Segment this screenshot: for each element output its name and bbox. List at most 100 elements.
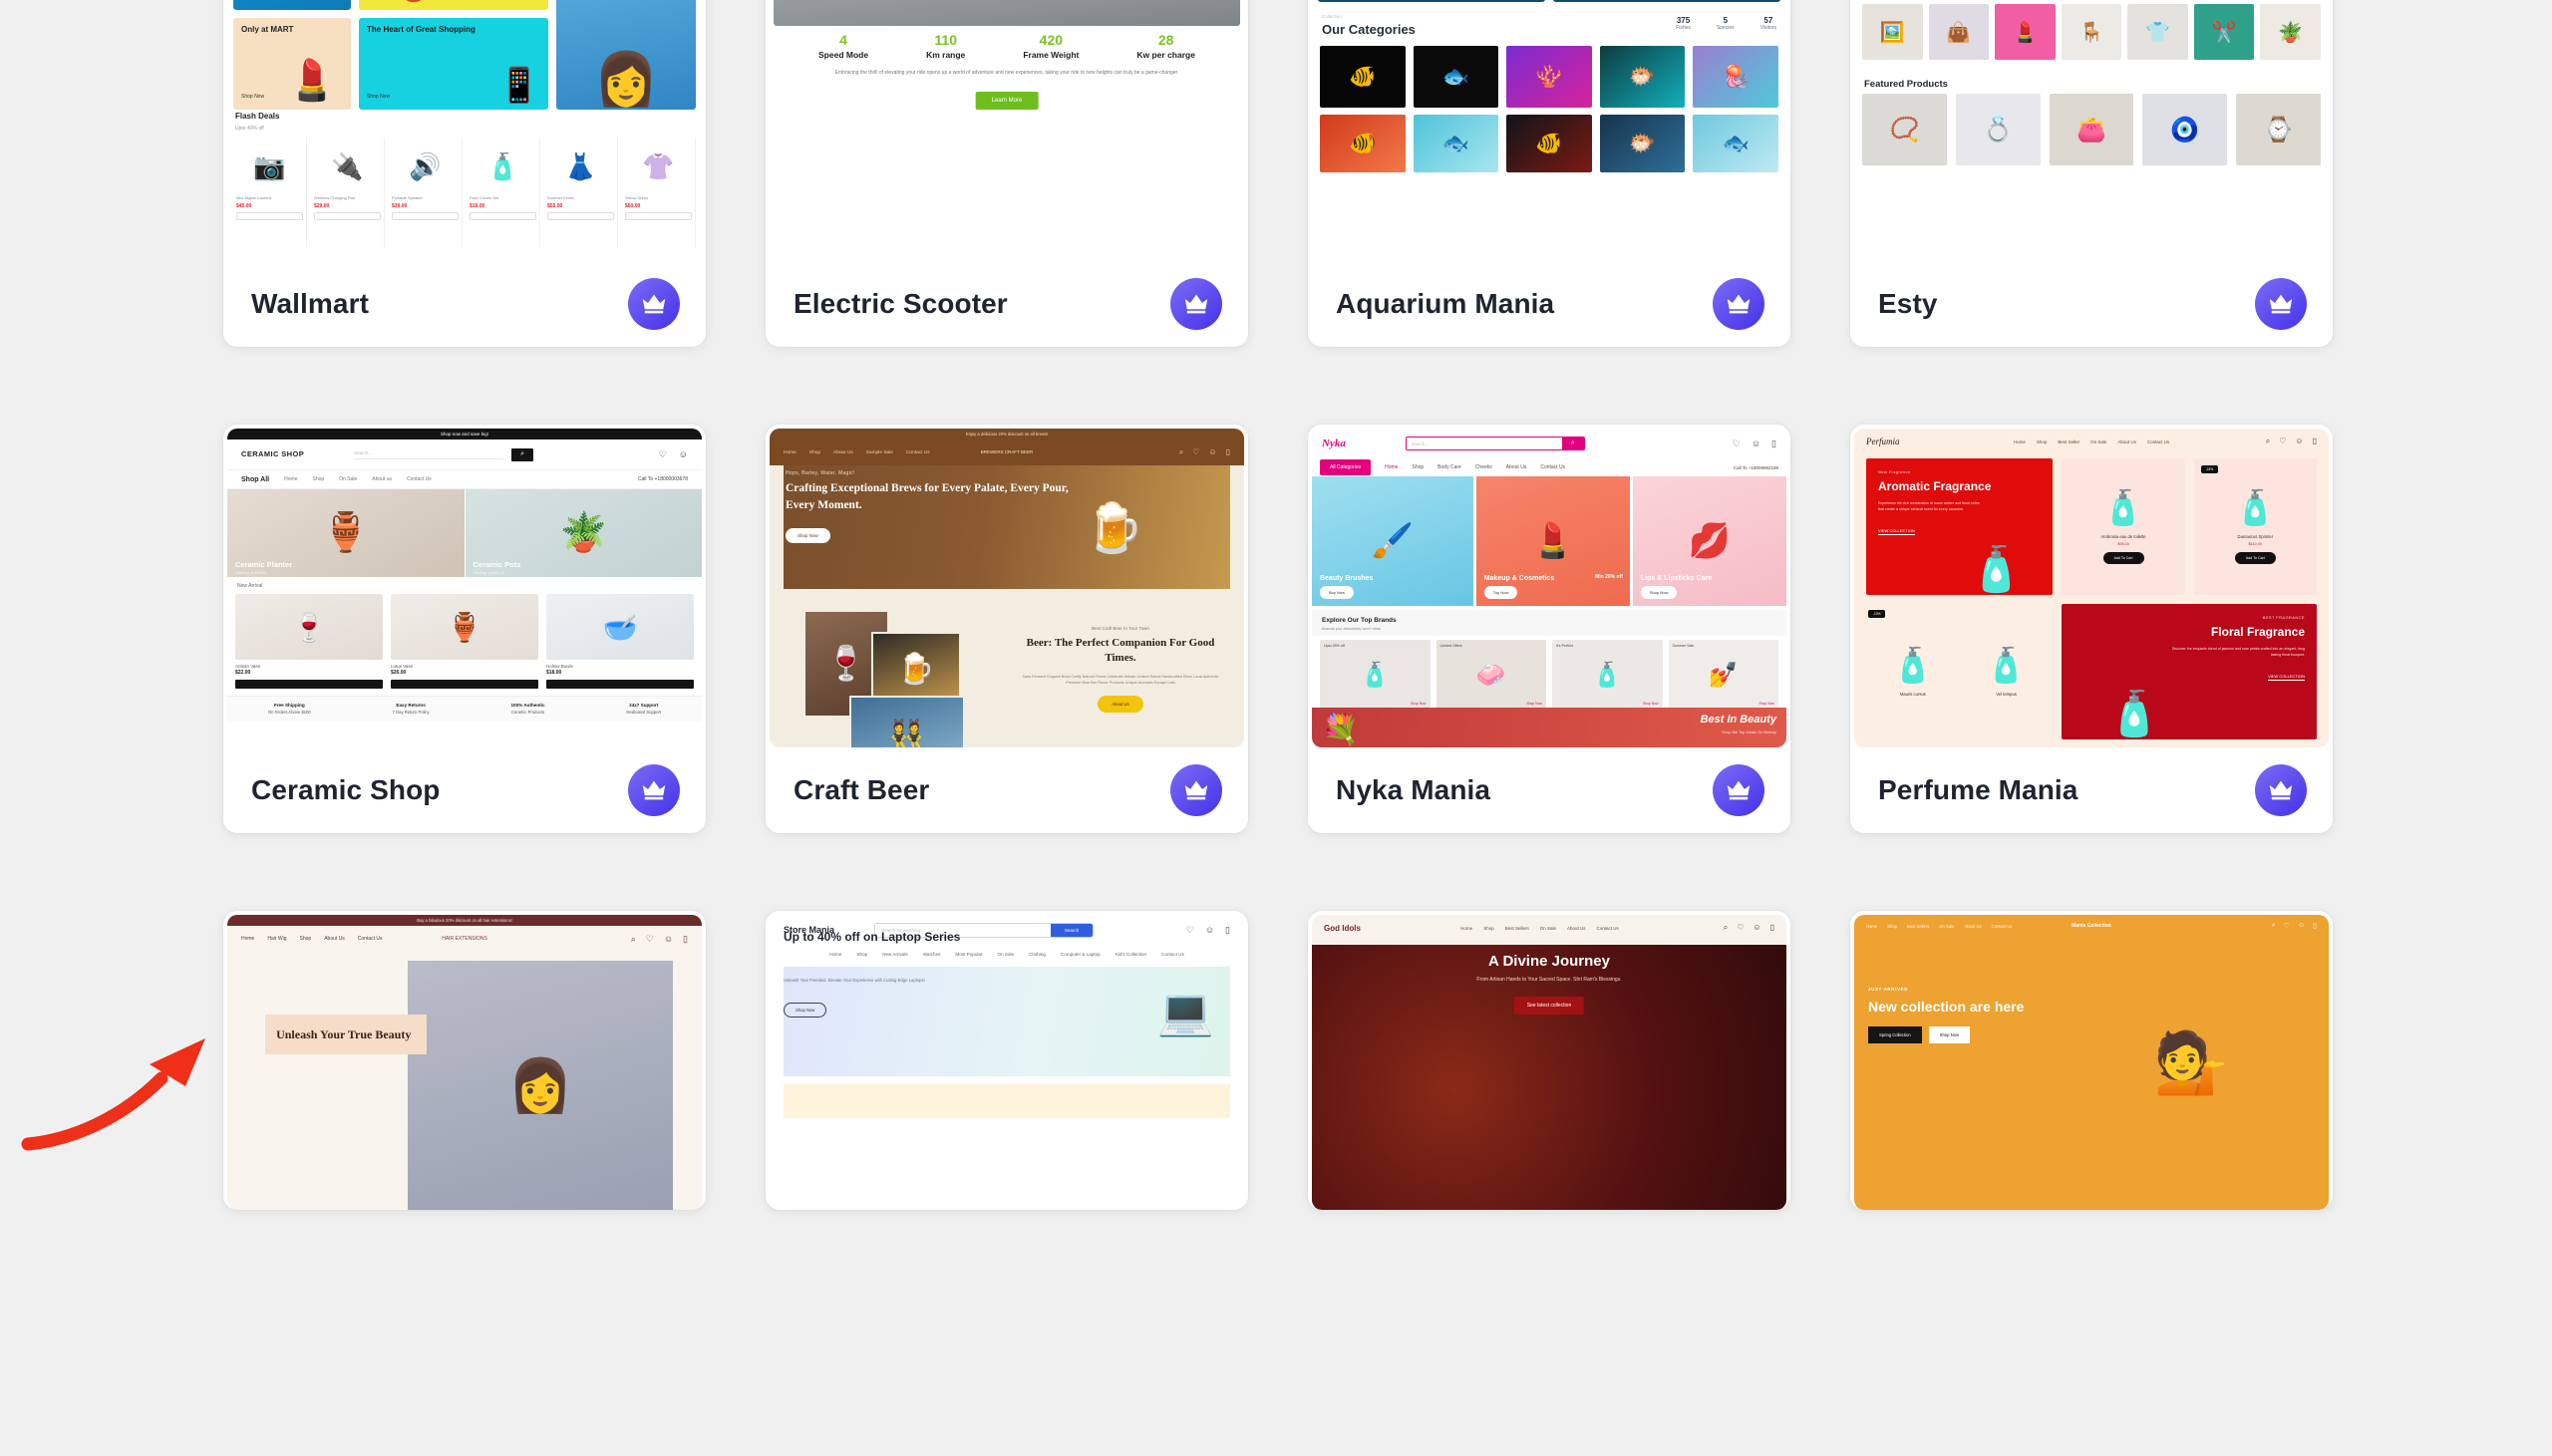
nav-link[interactable]: Home: [1385, 464, 1398, 470]
featured-product[interactable]: 👛Gold Bangles: [2049, 94, 2134, 165]
nav-link[interactable]: Home: [2014, 439, 2026, 444]
theme-preview-hair-extensions[interactable]: Buy a fabulous 20% discount on all hair …: [227, 915, 702, 1210]
nav-link[interactable]: Contact Us: [2147, 439, 2169, 444]
nav-link[interactable]: Body Care: [1437, 464, 1461, 470]
heart-icon[interactable]: ♡: [659, 449, 667, 460]
theme-card-electric-scooter[interactable]: 🛵 4 Speed Mode 110 Km range 420 Frame Weigh…: [766, 0, 1248, 347]
block-aromatic-fragrance[interactable]: New Fragrance Aromatic Fragrance Experie…: [1866, 458, 2054, 595]
nav-link[interactable]: Computer & Laptop: [1061, 952, 1101, 957]
nav-link[interactable]: Home: [241, 936, 254, 942]
add-to-cart-button[interactable]: [547, 211, 614, 220]
crown-icon[interactable]: [628, 764, 680, 816]
search-icon[interactable]: ⌕: [1179, 447, 1183, 457]
search-input[interactable]: search...: [1407, 437, 1562, 449]
nav-link[interactable]: New Arrivals: [882, 952, 908, 957]
search-bar[interactable]: search... ⌕: [1405, 437, 1585, 450]
theme-card-esty[interactable]: 🎁Gifts for Mom 💍Jewellery 📦Unique Gifts …: [1850, 0, 2333, 347]
nav-link[interactable]: Most Popular: [955, 952, 982, 957]
theme-card-aquarium-mania[interactable]: Enhancing Your Small Mid-Water Fish's Di…: [1308, 0, 1790, 347]
nav-link[interactable]: Shop: [1412, 464, 1424, 470]
crown-icon[interactable]: [2255, 278, 2307, 330]
heart-icon[interactable]: ♡: [1192, 447, 1199, 457]
crown-icon[interactable]: [1713, 764, 1764, 816]
add-to-cart-button[interactable]: [235, 680, 383, 689]
user-icon[interactable]: ☺: [1753, 923, 1760, 933]
bag-icon[interactable]: ▯: [683, 934, 688, 945]
product-item[interactable]: 🥣 Hollow Bowls $18.00: [546, 594, 694, 689]
bag-icon[interactable]: ▯: [1771, 438, 1776, 449]
featured-product[interactable]: 📿Necklace set white stone: [1862, 94, 1947, 165]
nav-link[interactable]: On Sale: [1939, 924, 1954, 929]
nav-link[interactable]: About Us: [324, 936, 345, 942]
category-cell[interactable]: 🐡: [1599, 115, 1686, 172]
category-tile[interactable]: 🪑Chair: [2061, 4, 2122, 60]
brand-cell[interactable]: Limited Offers 🧼 Shop Now: [1436, 640, 1546, 710]
spring-collection-button[interactable]: Spring Collection: [1868, 1026, 1922, 1043]
nav-link[interactable]: About Us: [2117, 439, 2136, 444]
product-item[interactable]: 📷 Mini Digital Camera $45.00: [233, 138, 307, 247]
user-icon[interactable]: ☺: [1208, 447, 1216, 457]
category-tile[interactable]: ✂️Craft Supplies & Tools: [2193, 4, 2255, 60]
nav-link[interactable]: Contact Us: [1161, 952, 1184, 957]
nav-link[interactable]: Home: [1866, 924, 1877, 929]
add-to-cart-button[interactable]: [625, 211, 692, 220]
block-link[interactable]: VIEW COLLECTION: [2268, 674, 2305, 681]
nav-link[interactable]: On Sale: [998, 952, 1015, 957]
crown-icon[interactable]: [628, 278, 680, 330]
category-cell[interactable]: 🪸Oriental Fish: [1506, 46, 1592, 108]
theme-card-mania-collection[interactable]: Home Shop Best Sellers On Sale About Us …: [1850, 911, 2333, 1210]
nav-link[interactable]: About Us: [833, 450, 853, 455]
theme-preview-craft-beer[interactable]: Enjoy a delicious 20% discount on all br…: [770, 429, 1244, 747]
nav-link[interactable]: Home: [1460, 926, 1472, 931]
product-item[interactable]: 🔌 Wireless Charging Pad $29.00: [311, 138, 385, 247]
hero-makeup[interactable]: 💄 Makeup & Cosmetics Top Now Min 20% off: [1475, 476, 1630, 606]
add-to-cart-button[interactable]: [236, 211, 303, 220]
theme-preview-nyka-mania[interactable]: Nyka search... ⌕ ♡ ☺ ▯ All Categories Ho…: [1312, 429, 1786, 747]
nav-link[interactable]: Shop: [312, 476, 324, 482]
add-to-cart-button[interactable]: [391, 680, 538, 689]
category-cell[interactable]: 🐡Delta Fish: [1599, 46, 1686, 108]
category-cell[interactable]: 🪼Flower Tail Fish: [1693, 46, 1778, 108]
theme-preview-aquarium-mania[interactable]: Enhancing Your Small Mid-Water Fish's Di…: [1312, 0, 1786, 261]
nav-link[interactable]: Shop: [856, 952, 867, 957]
product-item[interactable]: 🍷 Artisan Vase $22.00: [235, 594, 383, 689]
nav-link[interactable]: Sample Sale: [866, 450, 893, 455]
learn-more-button[interactable]: Learn More: [975, 92, 1039, 110]
nav-link[interactable]: Shop: [300, 936, 312, 942]
hero-right[interactable]: 🪴 Ceramic Pots Starting at $22.00: [465, 489, 702, 577]
featured-product[interactable]: ⌚Bracelet: [2236, 94, 2321, 165]
theme-preview-wallmart[interactable]: 👜 Latest Collection Shop Now 🪴 Only at M…: [227, 0, 702, 261]
see-collection-button[interactable]: See latest collection: [1513, 997, 1585, 1015]
brand-cta[interactable]: Shop Now: [1411, 702, 1427, 706]
nav-link[interactable]: Clothing: [1029, 952, 1046, 957]
brand-cell[interactable]: Upto 25% off 🧴 Shop Now: [1320, 640, 1431, 710]
theme-card-wallmart[interactable]: 👜 Latest Collection Shop Now 🪴 Only at M…: [223, 0, 706, 347]
product-item[interactable]: 👚 Yellow Dress $60.00: [622, 138, 696, 247]
nav-link[interactable]: About Us: [1567, 926, 1586, 931]
about-us-button[interactable]: About Us: [1098, 695, 1143, 713]
brand-cta[interactable]: Shop Now: [1758, 702, 1774, 706]
user-icon[interactable]: ☺: [664, 934, 673, 945]
hero-brushes[interactable]: 🖌️ Beauty Brushes Buy Now: [1312, 476, 1473, 606]
category-cell[interactable]: 🐠: [1506, 115, 1592, 172]
nav-link[interactable]: Shop: [809, 450, 820, 455]
nav-link[interactable]: Home: [829, 952, 841, 957]
nav-link[interactable]: Shop: [2037, 439, 2048, 444]
product-item[interactable]: 🏺 Lotus Vase $26.00: [391, 594, 538, 689]
category-tile[interactable]: 💄Beauty: [1995, 4, 2056, 60]
user-icon[interactable]: ☺: [1205, 925, 1214, 936]
bag-icon[interactable]: ▯: [1225, 925, 1230, 936]
add-to-cart-button[interactable]: Add To Cart: [2102, 552, 2144, 565]
nav-link[interactable]: Contact Us: [358, 936, 383, 942]
hero-cta[interactable]: Shop Now: [1640, 586, 1678, 599]
brand-cell[interactable]: It's Perfect 🧴 Shop Now: [1552, 640, 1663, 710]
product-item[interactable]: 👗 Summer Dress $55.00: [544, 138, 618, 247]
block-link[interactable]: VIEW COLLECTION: [1878, 528, 1915, 535]
shop-now-button[interactable]: Shop Now: [784, 1003, 827, 1018]
nav-link[interactable]: Contact Us: [1597, 926, 1619, 931]
brand-cta[interactable]: Shop Now: [1526, 702, 1542, 706]
heart-icon[interactable]: ♡: [646, 934, 654, 945]
brand-cta[interactable]: Shop Now: [1643, 702, 1659, 706]
crown-icon[interactable]: [2255, 764, 2307, 816]
add-to-cart-button[interactable]: [470, 211, 536, 220]
